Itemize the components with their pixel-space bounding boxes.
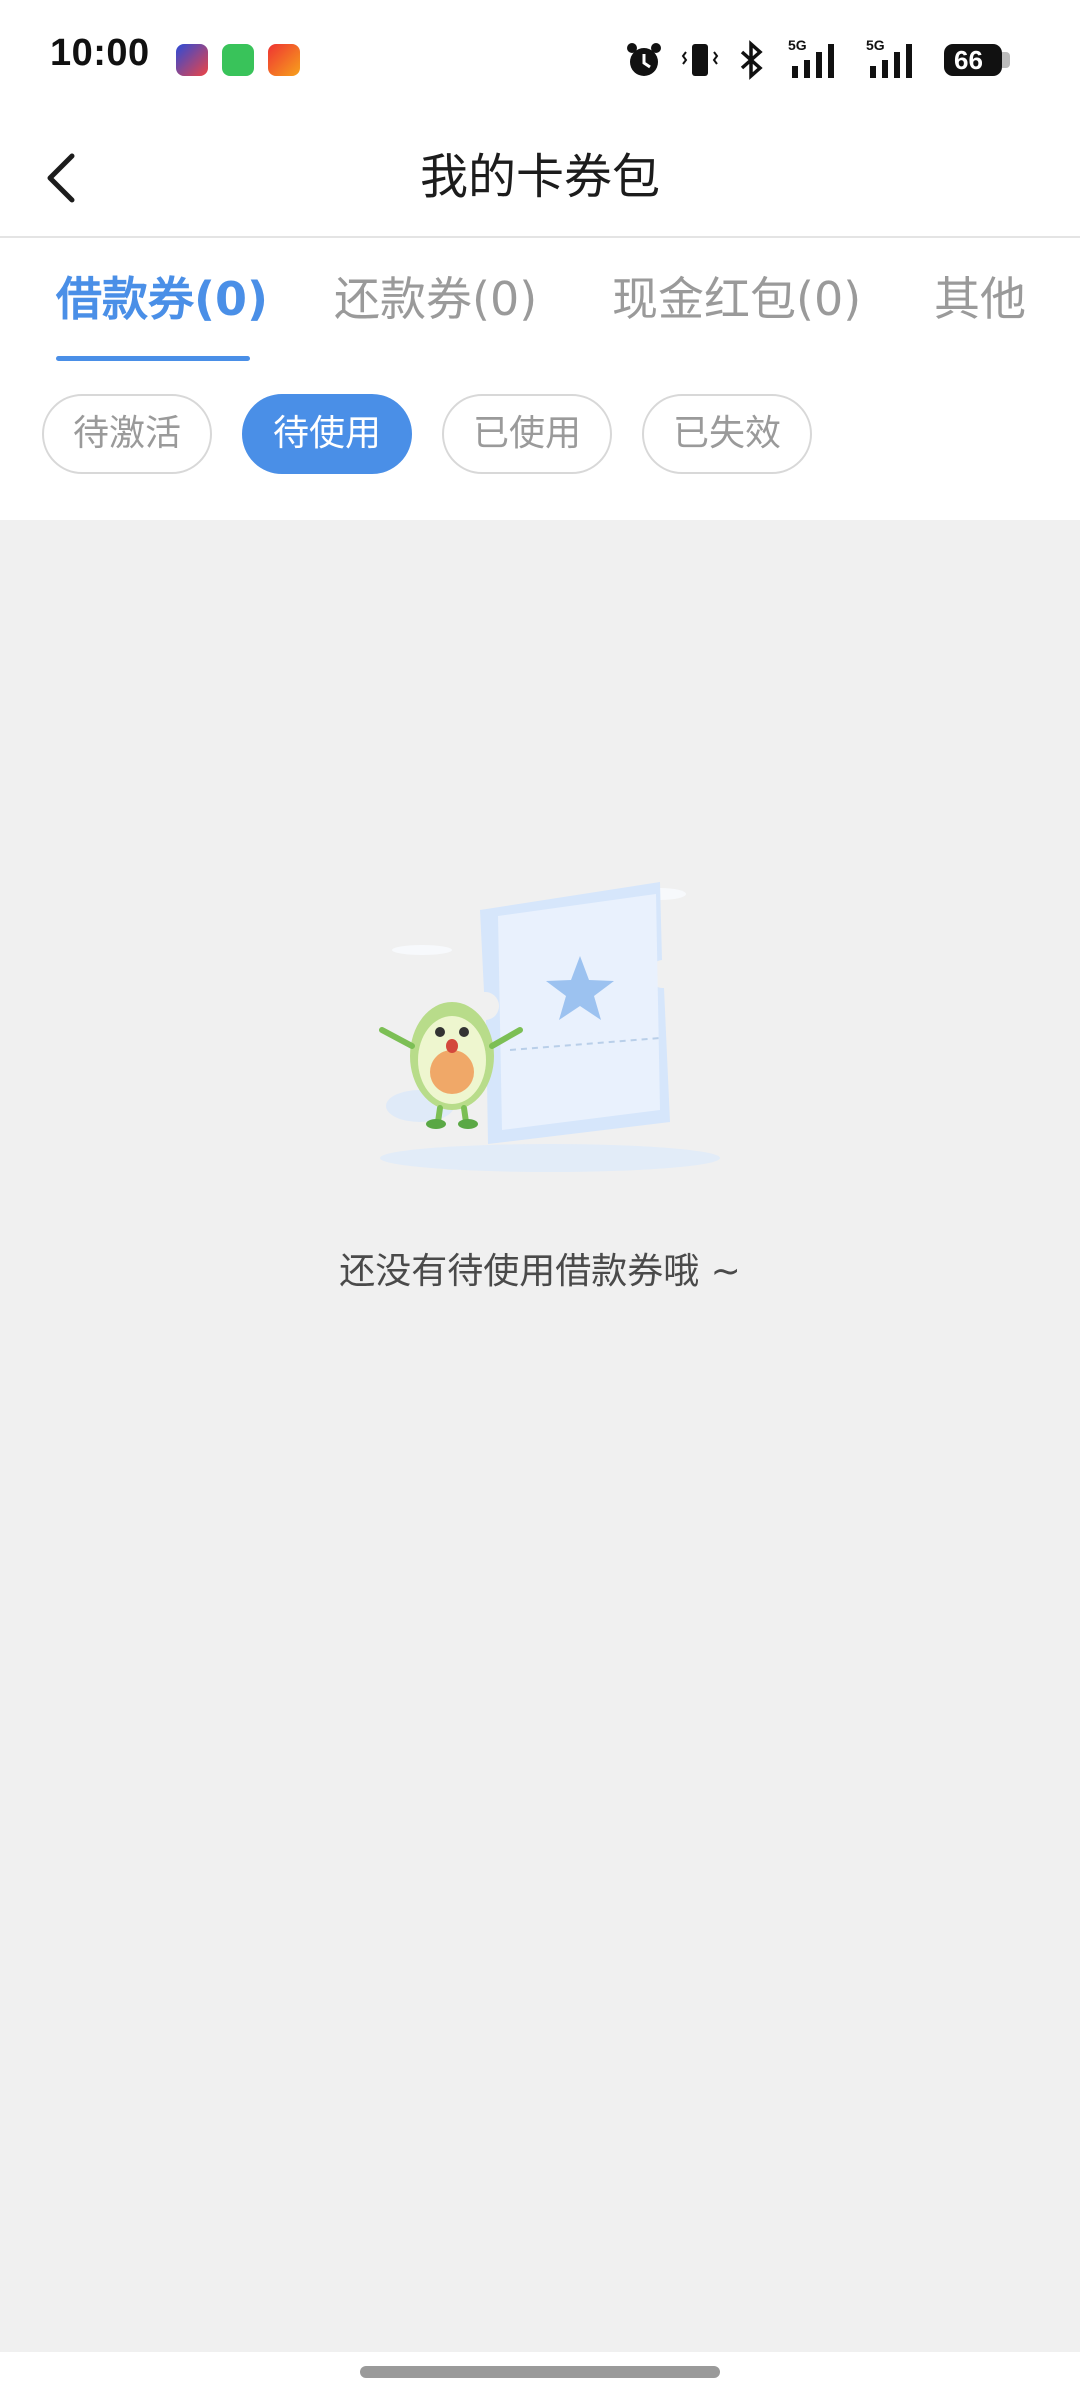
tab-other[interactable]: 其他 <box>934 268 1026 330</box>
status-time: 10:00 <box>50 32 150 74</box>
filter-chips: 待激活 待使用 已使用 已失效 <box>0 362 1080 520</box>
filter-expired[interactable]: 已失效 <box>642 394 812 474</box>
filter-ready-to-use[interactable]: 待使用 <box>242 394 412 474</box>
empty-coupon-illustration <box>379 882 720 1172</box>
header: 我的卡券包 <box>0 120 1080 238</box>
notification-app-icon-2 <box>268 44 300 76</box>
signal-5g-icon: 5G <box>788 37 834 78</box>
status-bar: 10:00 5G 5G 66 <box>0 0 1080 120</box>
signal-5g-icon: 5G <box>866 37 912 78</box>
filter-pending-activation[interactable]: 待激活 <box>42 394 212 474</box>
active-tab-indicator <box>56 356 250 361</box>
battery-indicator: 66 <box>944 44 1002 76</box>
bluetooth-icon <box>740 40 763 80</box>
tab-repayment-coupon[interactable]: 还款券(0) <box>334 268 537 330</box>
tab-loan-coupon[interactable]: 借款券(0) <box>56 268 268 330</box>
svg-text:5G: 5G <box>788 37 807 53</box>
notification-app-icon-1 <box>176 44 208 76</box>
message-app-icon <box>222 44 254 76</box>
battery-cap <box>1002 52 1010 68</box>
alarm-icon <box>627 43 661 76</box>
svg-text:5G: 5G <box>866 37 885 53</box>
filter-used[interactable]: 已使用 <box>442 394 612 474</box>
tab-bar: 借款券(0) 还款券(0) 现金红包(0) 其他 <box>0 238 1080 362</box>
empty-state-message: 还没有待使用借款券哦 ~ <box>339 1251 741 1292</box>
home-indicator[interactable] <box>360 2366 720 2378</box>
page-title: 我的卡券包 <box>419 149 660 205</box>
system-nav-bar <box>0 2352 1080 2400</box>
vibrate-icon <box>681 44 719 76</box>
tab-cash-red-packet[interactable]: 现金红包(0) <box>612 268 861 330</box>
